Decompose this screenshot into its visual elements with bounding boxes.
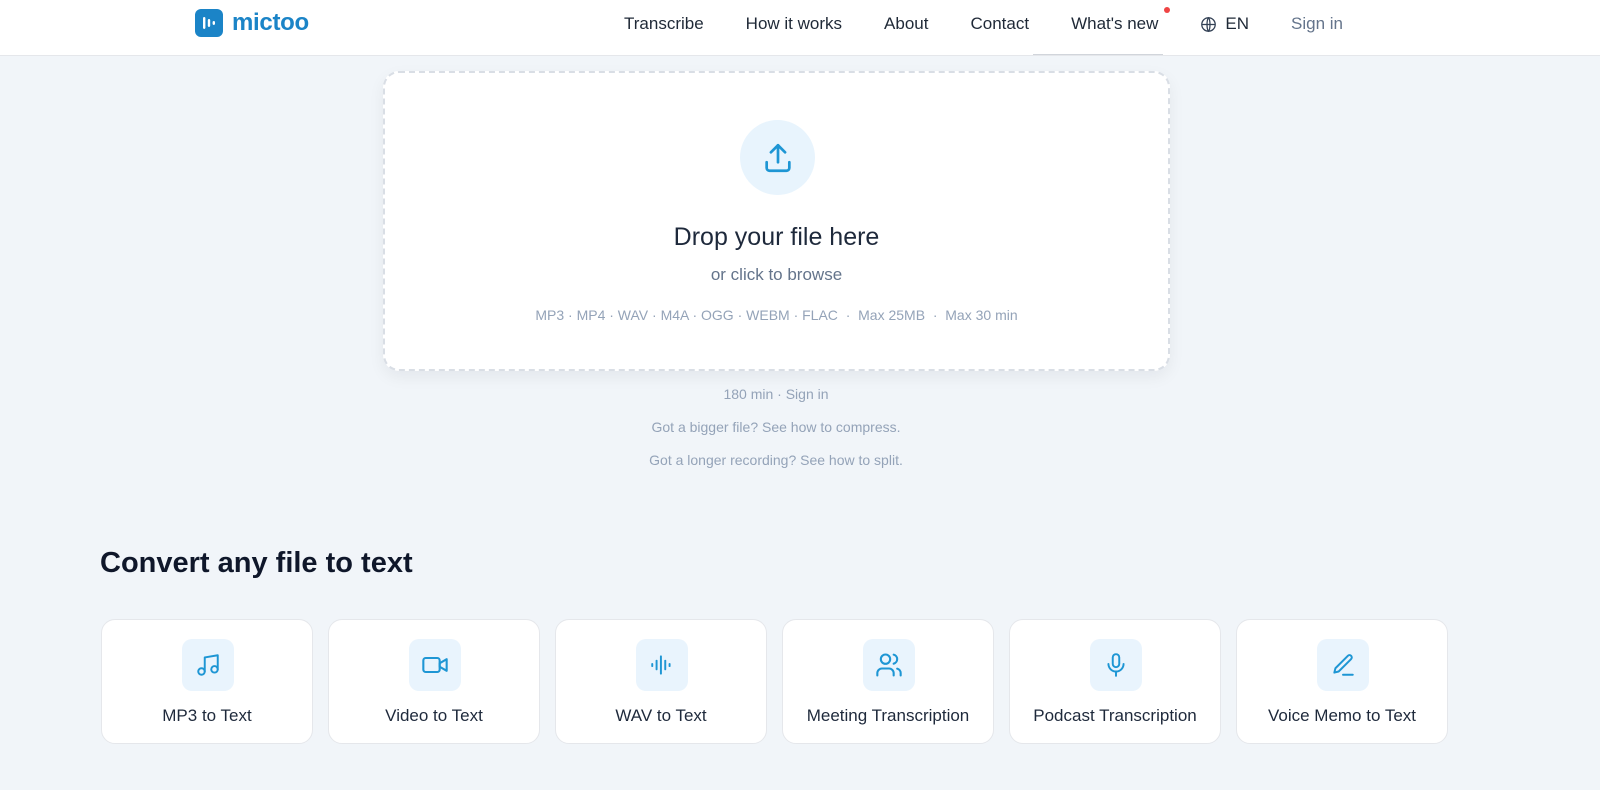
nav-whats-new[interactable]: What's new — [1071, 7, 1171, 34]
file-dropzone[interactable]: Drop your file here or click to browse M… — [383, 71, 1170, 371]
card-label: Video to Text — [385, 706, 483, 725]
language-selector[interactable]: EN — [1200, 14, 1249, 34]
card-mp3-to-text[interactable]: MP3 to Text — [101, 619, 313, 744]
notification-dot — [1164, 7, 1171, 13]
card-label: Podcast Transcription — [1033, 706, 1197, 725]
language-label: EN — [1225, 14, 1250, 33]
pen-icon — [1317, 639, 1369, 691]
section-title: Convert any file to text — [100, 547, 413, 579]
audio-wave-logo-icon — [195, 9, 223, 37]
nav-transcribe[interactable]: Transcribe — [624, 14, 704, 34]
users-icon — [863, 639, 915, 691]
card-podcast-transcription[interactable]: Podcast Transcription — [1009, 619, 1221, 744]
main-nav: Transcribe How it works About Contact Wh… — [624, 0, 1343, 48]
card-label: MP3 to Text — [162, 706, 252, 725]
card-voice-memo-to-text[interactable]: Voice Memo to Text — [1236, 619, 1448, 744]
music-note-icon — [182, 639, 234, 691]
card-label: WAV to Text — [615, 706, 707, 725]
upload-icon-badge — [740, 120, 815, 195]
card-video-to-text[interactable]: Video to Text — [328, 619, 540, 744]
nav-how-it-works[interactable]: How it works — [746, 14, 842, 34]
audio-wave-icon — [636, 639, 688, 691]
converter-cards: MP3 to Text Video to Text WAV to Text Me… — [101, 619, 1448, 744]
card-meeting-transcription[interactable]: Meeting Transcription — [782, 619, 994, 744]
brand-name: mictoo — [232, 9, 309, 36]
split-help-link[interactable]: Got a longer recording? See how to split… — [0, 452, 1552, 468]
microphone-icon — [1090, 639, 1142, 691]
dropzone-subtitle: or click to browse — [710, 265, 843, 284]
card-label: Voice Memo to Text — [1267, 706, 1417, 725]
upload-icon — [764, 143, 791, 172]
nav-contact[interactable]: Contact — [970, 14, 1029, 34]
globe-icon — [1200, 16, 1217, 33]
nav-whats-new-label: What's new — [1071, 14, 1159, 33]
nav-about[interactable]: About — [884, 14, 928, 34]
nav-active-underline — [1033, 54, 1163, 55]
logo-link[interactable]: mictoo — [195, 9, 309, 37]
card-wav-to-text[interactable]: WAV to Text — [555, 619, 767, 744]
video-camera-icon — [409, 639, 461, 691]
compress-help-link[interactable]: Got a bigger file? See how to compress. — [0, 419, 1552, 435]
site-header: mictoo Transcribe How it works About Con… — [0, 0, 1600, 56]
card-label: Meeting Transcription — [806, 706, 970, 725]
nav-sign-in[interactable]: Sign in — [1291, 14, 1343, 34]
dropzone-title: Drop your file here — [673, 223, 880, 251]
signin-limit-link[interactable]: 180 min · Sign in — [0, 386, 1552, 402]
supported-formats: MP3 · MP4 · WAV · M4A · OGG · WEBM · FLA… — [535, 307, 1018, 323]
